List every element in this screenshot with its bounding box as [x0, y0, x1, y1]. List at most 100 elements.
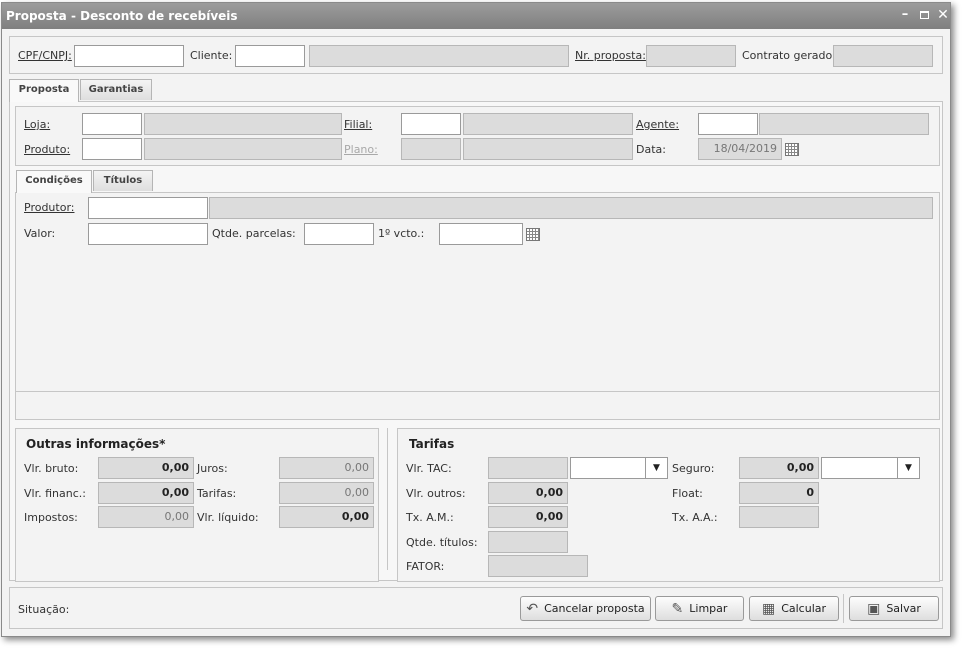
fator-field — [488, 555, 588, 577]
close-icon[interactable]: ✕ — [935, 7, 951, 23]
nr-proposta-field — [646, 45, 736, 67]
vcto-input[interactable] — [439, 223, 523, 245]
fator-label: FATOR: — [406, 560, 445, 573]
title-bar: Proposta - Desconto de recebíveis – ✕ — [2, 3, 950, 29]
cpf-label[interactable]: CPF/CNPJ: — [18, 49, 72, 62]
cliente-code-input[interactable] — [235, 45, 305, 67]
footer-divider — [843, 594, 844, 623]
qtde-parcelas-label: Qtde. parcelas: — [212, 227, 296, 240]
qtde-titulos-label: Qtde. títulos: — [406, 536, 478, 549]
seguro-field: 0,00 — [739, 457, 819, 479]
condicoes-panel: Produtor: Valor: Qtde. parcelas: 1º vcto… — [15, 192, 940, 420]
float-label: Float: — [672, 487, 703, 500]
maximize-icon[interactable] — [916, 7, 932, 23]
calendar-icon[interactable] — [526, 228, 540, 241]
cancelar-proposta-label: Cancelar proposta — [544, 602, 645, 615]
qtde-parcelas-input[interactable] — [304, 223, 374, 245]
minimize-icon[interactable]: – — [897, 7, 913, 23]
tx-am-label: Tx. A.M.: — [406, 511, 454, 524]
vlr-bruto-label: Vlr. bruto: — [24, 462, 79, 475]
data-field: 18/04/2019 — [698, 138, 782, 160]
loja-name-field — [144, 113, 342, 135]
qtde-titulos-field — [488, 531, 568, 553]
tab-proposta[interactable]: Proposta — [9, 79, 79, 102]
calculator-icon: ▦ — [761, 600, 776, 617]
vlr-tac-label: Vlr. TAC: — [406, 462, 452, 475]
tab-garantias[interactable]: Garantias — [80, 79, 152, 100]
proposta-fields-panel: Loja: Filial: Agente: Produto: Plano: Da… — [15, 106, 940, 166]
chevron-down-icon[interactable]: ▼ — [645, 458, 667, 478]
calendar-icon[interactable] — [785, 143, 799, 156]
vlr-outros-field: 0,00 — [488, 482, 568, 504]
produto-code-input[interactable] — [82, 138, 142, 160]
seguro-label: Seguro: — [672, 462, 715, 475]
outras-informacoes-panel: Outras informações* Vlr. bruto: 0,00 Jur… — [15, 428, 379, 582]
tarifas-label: Tarifas: — [197, 487, 237, 500]
undo-icon: ↶ — [526, 600, 539, 617]
produto-label[interactable]: Produto: — [24, 143, 70, 156]
vlr-liquido-label: Vlr. líquido: — [197, 511, 259, 524]
chevron-down-icon[interactable]: ▼ — [897, 458, 919, 478]
section-divider — [387, 428, 388, 570]
produtor-name-field — [209, 197, 933, 219]
proposta-tab-panel: Loja: Filial: Agente: Produto: Plano: Da… — [9, 101, 943, 582]
vlr-financ-field: 0,00 — [98, 482, 194, 504]
vlr-bruto-field: 0,00 — [98, 457, 194, 479]
salvar-button[interactable]: ▣ Salvar — [849, 596, 939, 621]
vlr-outros-label: Vlr. outros: — [406, 487, 466, 500]
loja-label[interactable]: Loja: — [24, 118, 50, 131]
seguro-select[interactable]: ▼ — [821, 457, 920, 479]
tarifas-title: Tarifas — [409, 437, 455, 451]
vlr-tac-select[interactable]: ▼ — [570, 457, 668, 479]
condicoes-divider — [16, 391, 939, 392]
tarifas-panel: Tarifas Vlr. TAC: ▼ Seguro: 0,00 ▼ Vlr. … — [397, 428, 940, 582]
float-field: 0 — [739, 482, 819, 504]
tx-aa-label: Tx. A.A.: — [672, 511, 718, 524]
tab-condicoes[interactable]: Condições — [16, 170, 92, 193]
juros-label: Juros: — [197, 462, 228, 475]
contrato-label: Contrato gerado: — [742, 49, 836, 62]
contrato-field — [833, 45, 933, 67]
impostos-label: Impostos: — [24, 511, 78, 524]
agente-label[interactable]: Agente: — [636, 118, 679, 131]
filial-code-input[interactable] — [401, 113, 461, 135]
produtor-code-input[interactable] — [88, 197, 208, 219]
plano-code-field — [401, 138, 461, 160]
limpar-label: Limpar — [689, 602, 728, 615]
filial-name-field — [463, 113, 633, 135]
cliente-name-field — [309, 45, 569, 67]
plano-name-field — [463, 138, 633, 160]
valor-label: Valor: — [24, 227, 56, 240]
calcular-button[interactable]: ▦ Calcular — [749, 596, 839, 621]
cpf-input[interactable] — [74, 45, 184, 67]
tx-aa-field — [739, 506, 819, 528]
data-label: Data: — [636, 143, 666, 156]
cancelar-proposta-button[interactable]: ↶ Cancelar proposta — [520, 596, 651, 621]
nr-proposta-label[interactable]: Nr. proposta: — [575, 49, 646, 62]
salvar-label: Salvar — [886, 602, 921, 615]
save-icon: ▣ — [867, 600, 881, 617]
outras-title: Outras informações* — [26, 437, 166, 451]
tab-titulos[interactable]: Títulos — [93, 170, 153, 191]
broom-icon: ✎ — [671, 600, 684, 617]
plano-label: Plano: — [344, 143, 378, 156]
agente-code-input[interactable] — [698, 113, 758, 135]
impostos-field: 0,00 — [98, 506, 194, 528]
valor-input[interactable] — [88, 223, 208, 245]
window-title: Proposta - Desconto de recebíveis — [6, 9, 238, 23]
vlr-tac-field — [488, 457, 568, 479]
calcular-label: Calcular — [781, 602, 827, 615]
tx-am-field: 0,00 — [488, 506, 568, 528]
agente-name-field — [759, 113, 929, 135]
juros-field: 0,00 — [279, 457, 374, 479]
loja-code-input[interactable] — [82, 113, 142, 135]
vlr-liquido-field: 0,00 — [279, 506, 374, 528]
cliente-label: Cliente: — [190, 49, 233, 62]
filial-label[interactable]: Filial: — [344, 118, 372, 131]
limpar-button[interactable]: ✎ Limpar — [655, 596, 744, 621]
produto-name-field — [144, 138, 342, 160]
proposal-window: Proposta - Desconto de recebíveis – ✕ CP… — [1, 2, 951, 637]
situacao-label: Situação: — [18, 603, 70, 616]
produtor-label[interactable]: Produtor: — [24, 201, 74, 214]
header-panel: CPF/CNPJ: Cliente: Nr. proposta: Contrat… — [9, 36, 943, 74]
